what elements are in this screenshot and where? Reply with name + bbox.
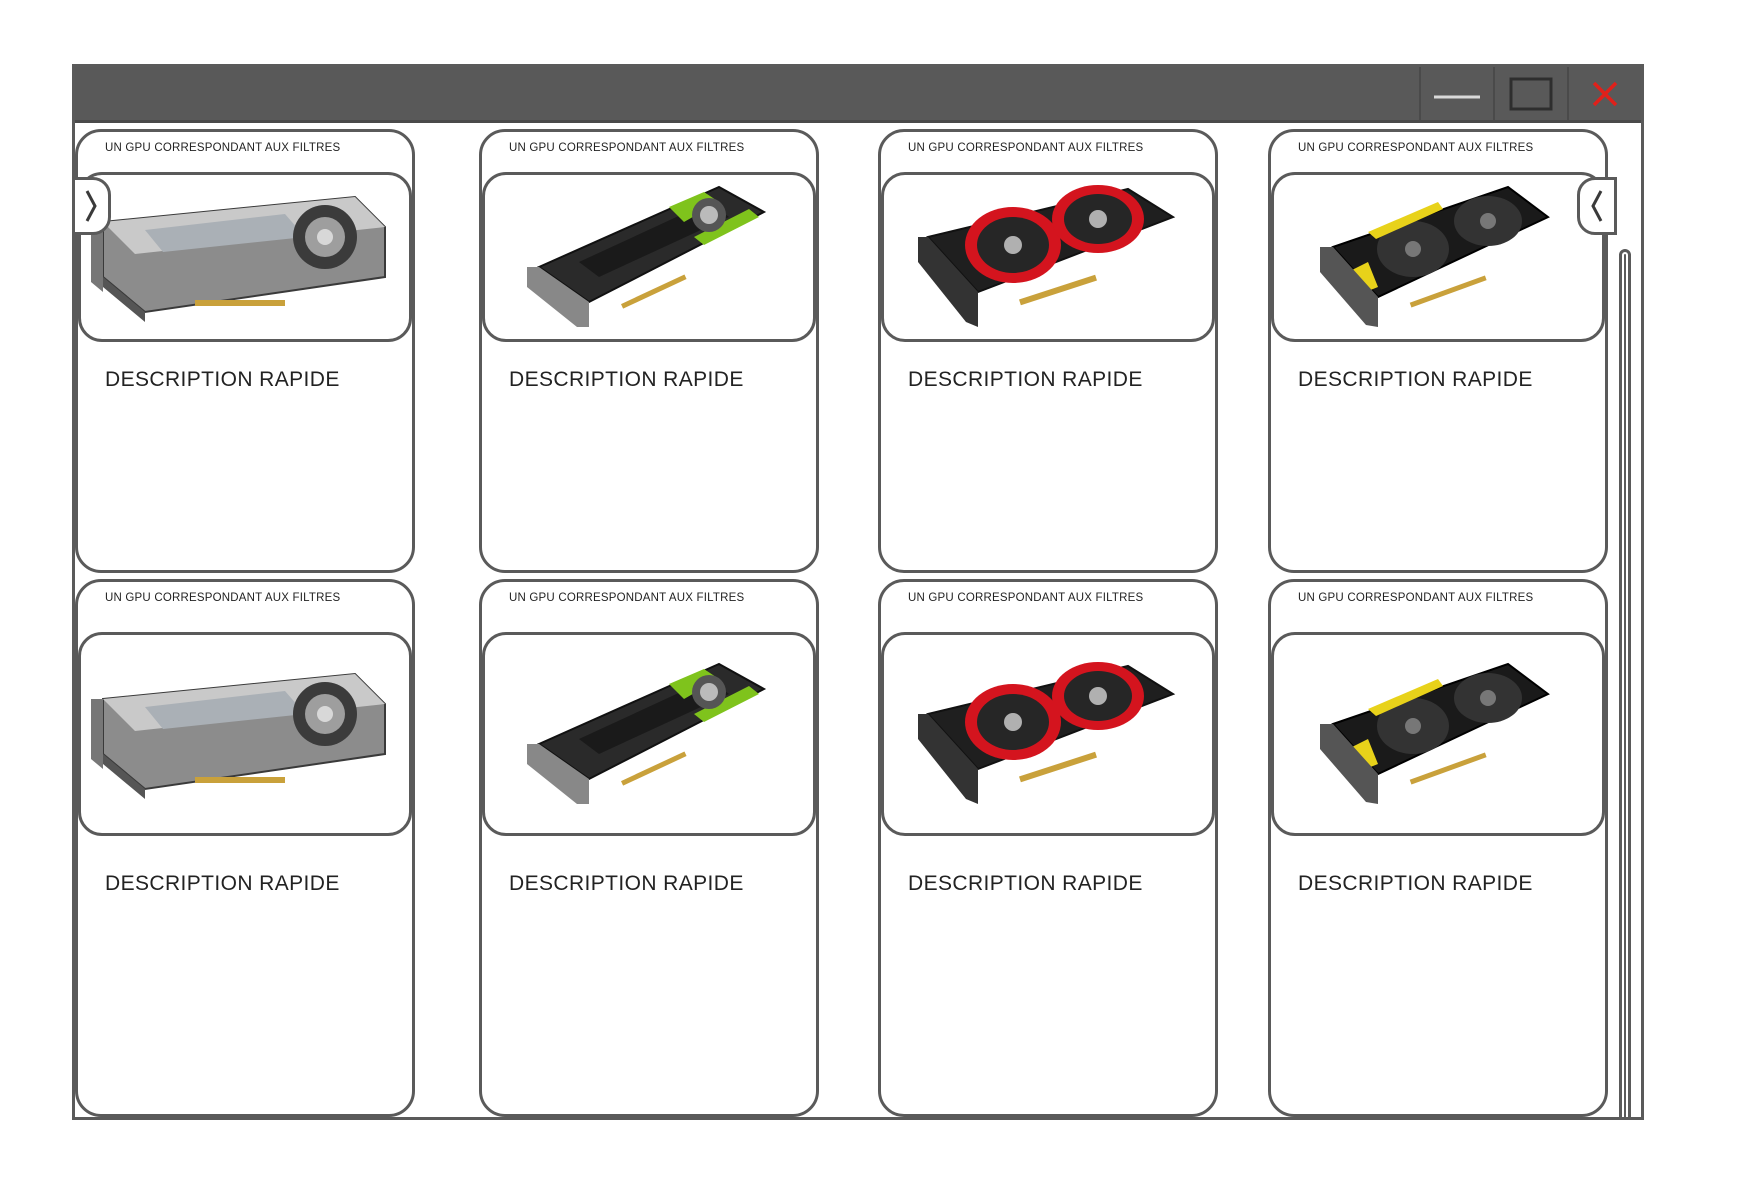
chevron-right-icon bbox=[85, 190, 97, 222]
minimize-button[interactable] bbox=[1419, 67, 1493, 120]
gpu-silver-blower bbox=[91, 195, 386, 322]
card-description: DESCRIPTION RAPIDE bbox=[1298, 872, 1533, 895]
gpu-card[interactable]: UN GPU CORRESPONDANT AUX FILTRES DESCRIP… bbox=[878, 579, 1218, 1117]
gpu-silver-blower bbox=[91, 672, 386, 799]
gpu-image[interactable] bbox=[78, 632, 412, 836]
gpu-red-dual-fan bbox=[918, 185, 1176, 327]
card-title: UN GPU CORRESPONDANT AUX FILTRES bbox=[908, 142, 1144, 154]
chevron-left-icon bbox=[1591, 190, 1603, 222]
gpu-card[interactable]: UN GPU CORRESPONDANT AUX FILTRES DESCRIP… bbox=[479, 579, 819, 1117]
gpu-yellow-dual-fan bbox=[1320, 662, 1550, 804]
window-controls bbox=[1419, 67, 1641, 120]
card-title: UN GPU CORRESPONDANT AUX FILTRES bbox=[1298, 592, 1534, 604]
gpu-image[interactable] bbox=[482, 172, 816, 342]
card-description: DESCRIPTION RAPIDE bbox=[105, 872, 340, 895]
close-icon bbox=[1592, 81, 1618, 106]
scrollbar-thumb[interactable] bbox=[1624, 254, 1626, 1117]
maximize-icon bbox=[1509, 77, 1553, 110]
card-description: DESCRIPTION RAPIDE bbox=[1298, 368, 1533, 391]
gpu-image[interactable] bbox=[881, 632, 1215, 836]
card-title: UN GPU CORRESPONDANT AUX FILTRES bbox=[105, 142, 341, 154]
expand-right-panel-button[interactable] bbox=[1577, 177, 1617, 235]
gpu-image[interactable] bbox=[1271, 632, 1605, 836]
card-title: UN GPU CORRESPONDANT AUX FILTRES bbox=[1298, 142, 1534, 154]
app-window: UN GPU CORRESPONDANT AUX FILTRES DESCRIP… bbox=[72, 64, 1644, 1120]
card-description: DESCRIPTION RAPIDE bbox=[509, 872, 744, 895]
maximize-button[interactable] bbox=[1493, 67, 1567, 120]
card-title: UN GPU CORRESPONDANT AUX FILTRES bbox=[509, 142, 745, 154]
card-title: UN GPU CORRESPONDANT AUX FILTRES bbox=[908, 592, 1144, 604]
minimize-icon bbox=[1434, 95, 1480, 98]
card-description: DESCRIPTION RAPIDE bbox=[908, 872, 1143, 895]
gpu-red-dual-fan bbox=[918, 662, 1176, 804]
vertical-scrollbar[interactable] bbox=[1619, 249, 1631, 1117]
card-title: UN GPU CORRESPONDANT AUX FILTRES bbox=[509, 592, 745, 604]
gpu-card[interactable]: UN GPU CORRESPONDANT AUX FILTRES DESCRIP… bbox=[1268, 579, 1608, 1117]
gpu-image[interactable] bbox=[1271, 172, 1605, 342]
gpu-card[interactable]: UN GPU CORRESPONDANT AUX FILTRES DESCRIP… bbox=[75, 129, 415, 573]
gpu-image[interactable] bbox=[78, 172, 412, 342]
title-bar[interactable] bbox=[75, 67, 1641, 123]
gpu-card[interactable]: UN GPU CORRESPONDANT AUX FILTRES DESCRIP… bbox=[75, 579, 415, 1117]
gpu-card[interactable]: UN GPU CORRESPONDANT AUX FILTRES DESCRIP… bbox=[878, 129, 1218, 573]
gpu-image[interactable] bbox=[482, 632, 816, 836]
gpu-green-quadro bbox=[527, 662, 767, 804]
gpu-image[interactable] bbox=[881, 172, 1215, 342]
gpu-green-quadro bbox=[527, 185, 767, 327]
card-description: DESCRIPTION RAPIDE bbox=[908, 368, 1143, 391]
card-description: DESCRIPTION RAPIDE bbox=[105, 368, 340, 391]
gpu-card[interactable]: UN GPU CORRESPONDANT AUX FILTRES DESCRIP… bbox=[479, 129, 819, 573]
card-description: DESCRIPTION RAPIDE bbox=[509, 368, 744, 391]
gpu-card[interactable]: UN GPU CORRESPONDANT AUX FILTRES DESCRIP… bbox=[1268, 129, 1608, 573]
close-button[interactable] bbox=[1567, 67, 1641, 120]
expand-left-panel-button[interactable] bbox=[75, 177, 111, 235]
card-title: UN GPU CORRESPONDANT AUX FILTRES bbox=[105, 592, 341, 604]
gpu-yellow-dual-fan bbox=[1320, 185, 1550, 327]
results-panel: UN GPU CORRESPONDANT AUX FILTRES DESCRIP… bbox=[75, 123, 1641, 1117]
